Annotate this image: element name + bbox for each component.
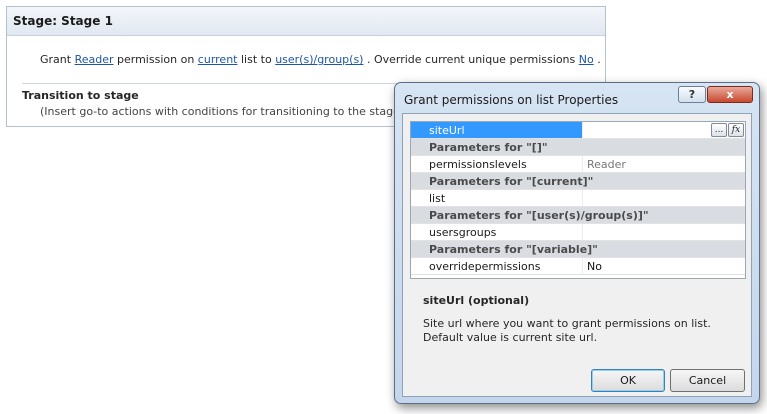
property-name-siteurl: siteUrl xyxy=(411,122,583,138)
description-title: siteUrl (optional) xyxy=(423,294,530,307)
action-text-permission-on: permission on xyxy=(117,53,195,66)
ok-button[interactable]: OK xyxy=(591,369,665,392)
help-button[interactable]: ? xyxy=(678,86,706,103)
transition-title: Transition to stage xyxy=(22,89,139,102)
grant-permission-action[interactable]: Grant Reader permission on current list … xyxy=(40,53,601,66)
property-row-permissionslevels[interactable]: permissionslevels Reader xyxy=(411,156,745,173)
property-row-usersgroups[interactable]: usersgroups xyxy=(411,224,745,241)
action-text-period: . xyxy=(597,53,601,66)
action-text-list-to: list to xyxy=(240,53,272,66)
property-row-overridepermissions[interactable]: overridepermissions No xyxy=(411,258,745,275)
transition-hint[interactable]: (Insert go-to actions with conditions fo… xyxy=(40,105,404,118)
property-name-list: list xyxy=(411,190,583,206)
property-value-permissionslevels[interactable]: Reader xyxy=(587,156,626,172)
action-text-override: . Override current unique permissions xyxy=(366,53,576,66)
cancel-button[interactable]: Cancel xyxy=(670,369,745,392)
users-groups-link[interactable]: user(s)/group(s) xyxy=(275,53,363,66)
formula-button[interactable]: fx xyxy=(728,123,744,137)
property-name-permissionslevels: permissionslevels xyxy=(411,156,583,172)
property-name-overridepermissions: overridepermissions xyxy=(411,258,583,274)
property-row-siteurl[interactable]: siteUrl ... fx xyxy=(411,122,745,139)
reader-link[interactable]: Reader xyxy=(75,53,114,66)
property-value-overridepermissions[interactable]: No xyxy=(587,258,602,274)
properties-dialog: Grant permissions on list Properties ? x… xyxy=(394,82,760,404)
browse-button[interactable]: ... xyxy=(711,123,727,137)
action-text-grant: Grant xyxy=(40,53,72,66)
parameter-group-header: Parameters for "[variable]" xyxy=(411,241,745,258)
description-text: Site url where you want to grant permiss… xyxy=(423,317,711,344)
current-list-link[interactable]: current xyxy=(198,53,238,66)
dialog-title: Grant permissions on list Properties xyxy=(404,93,619,107)
stage-title: Stage: Stage 1 xyxy=(7,7,605,36)
close-button[interactable]: x xyxy=(707,86,753,103)
property-grid: siteUrl ... fx Parameters for "[]" permi… xyxy=(410,121,746,279)
override-no-link[interactable]: No xyxy=(579,53,594,66)
property-row-list[interactable]: list xyxy=(411,190,745,207)
property-name-usersgroups: usersgroups xyxy=(411,224,583,240)
parameter-group-header: Parameters for "[user(s)/group(s)]" xyxy=(411,207,745,224)
parameter-group-header: Parameters for "[]" xyxy=(411,139,745,156)
parameter-group-header: Parameters for "[current]" xyxy=(411,173,745,190)
dialog-body: siteUrl ... fx Parameters for "[]" permi… xyxy=(402,113,752,397)
